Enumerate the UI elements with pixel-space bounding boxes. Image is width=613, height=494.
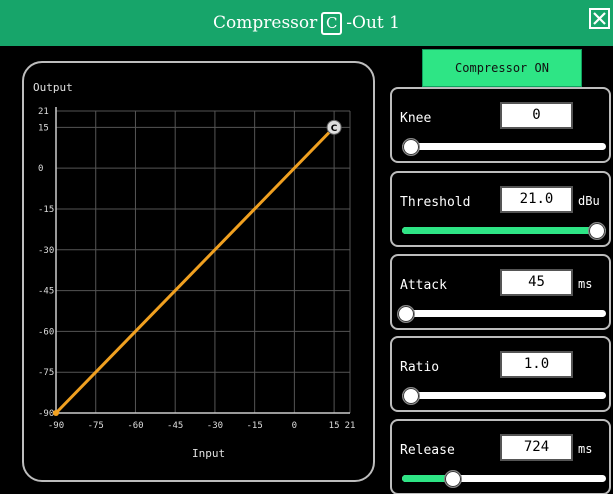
threshold-value-field[interactable]: 21.0 <box>500 186 573 213</box>
x-tick-label: -15 <box>247 421 263 431</box>
knee-label: Knee <box>400 111 432 126</box>
y-tick-label: -45 <box>38 287 54 297</box>
ratio-control: Ratio 1.0 <box>390 336 611 412</box>
title-badge: C <box>321 11 343 35</box>
y-tick-label: -90 <box>38 409 54 419</box>
y-tick-label: -75 <box>38 368 54 378</box>
release-control: Release 724 ms <box>390 419 611 494</box>
x-tick-label: 21 <box>345 421 356 431</box>
release-label: Release <box>400 443 455 458</box>
ratio-label: Ratio <box>400 360 440 375</box>
x-tick-label: 0 <box>292 421 297 431</box>
x-axis-title: Input <box>192 447 226 460</box>
y-tick-label: 15 <box>38 123 49 133</box>
release-value-field[interactable]: 724 <box>500 434 573 461</box>
knee-slider-track[interactable] <box>402 143 606 150</box>
transfer-curve-chart: -90 -75 -60 -45 -30 -15 0 15 21 21 15 0 -15 -30 -45 -60… <box>38 107 356 431</box>
ratio-value-field[interactable]: 1.0 <box>500 351 573 378</box>
threshold-control: Threshold 21.0 dBu <box>390 171 611 247</box>
x-tick-label: -75 <box>88 421 104 431</box>
knee-control: Knee 0 <box>390 87 611 163</box>
attack-label: Attack <box>400 278 447 293</box>
y-tick-label: -30 <box>38 246 54 256</box>
x-tick-label: -60 <box>127 421 143 431</box>
knee-slider-thumb[interactable] <box>402 138 420 156</box>
attack-unit: ms <box>578 277 593 291</box>
y-tick-label: 21 <box>38 107 49 117</box>
attack-slider-thumb[interactable] <box>397 305 416 323</box>
attack-slider-track[interactable] <box>402 310 606 317</box>
title-bar: Compressor C -Out 1 <box>0 0 613 46</box>
y-tick-label: -15 <box>38 205 54 215</box>
y-axis-title: Output <box>33 81 73 94</box>
curve-start-point <box>53 410 59 416</box>
release-slider-thumb[interactable] <box>444 470 462 488</box>
ratio-slider-thumb[interactable] <box>402 387 420 405</box>
threshold-slider-thumb[interactable] <box>588 222 606 240</box>
title-prefix: Compressor <box>213 13 318 33</box>
threshold-slider-track[interactable] <box>402 227 606 234</box>
knee-value-field[interactable]: 0 <box>500 102 573 129</box>
attack-value-field[interactable]: 45 <box>500 269 573 296</box>
compressor-on-button[interactable]: Compressor ON <box>422 49 582 87</box>
close-button[interactable] <box>589 8 610 29</box>
x-tick-label: -90 <box>48 421 64 431</box>
threshold-slider-fill <box>402 227 606 234</box>
threshold-unit: dBu <box>578 194 600 208</box>
release-unit: ms <box>578 442 593 456</box>
y-tick-label: 0 <box>38 164 43 174</box>
release-slider-track[interactable] <box>402 475 606 482</box>
x-tick-label: -45 <box>167 421 183 431</box>
close-x-icon <box>593 12 606 25</box>
attack-control: Attack 45 ms <box>390 254 611 330</box>
x-tick-label: -30 <box>207 421 223 431</box>
window-title: Compressor C -Out 1 <box>213 11 400 35</box>
x-tick-label: 15 <box>329 421 340 431</box>
ratio-slider-track[interactable] <box>402 392 606 399</box>
y-tick-label: -60 <box>38 327 54 337</box>
threshold-label: Threshold <box>400 195 471 210</box>
threshold-handle-label: C <box>331 124 338 134</box>
transfer-curve-line <box>54 126 336 415</box>
compressor-graph-panel: -90 -75 -60 -45 -30 -15 0 15 21 21 15 0 -15 -30 -45 -60… <box>22 61 375 482</box>
title-suffix: -Out 1 <box>346 13 400 33</box>
